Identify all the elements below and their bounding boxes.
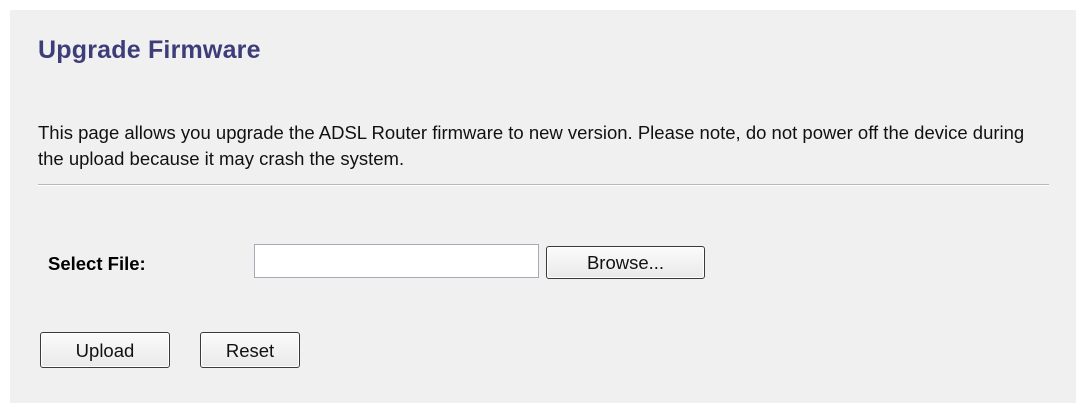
page-description: This page allows you upgrade the ADSL Ro… (38, 122, 1025, 169)
file-path-input[interactable] (254, 244, 539, 278)
page-title: Upgrade Firmware (38, 36, 261, 64)
upload-button[interactable]: Upload (40, 332, 170, 368)
browse-button[interactable]: Browse... (546, 246, 705, 279)
firmware-upgrade-panel: Upgrade Firmware This page allows you up… (10, 10, 1076, 403)
reset-button[interactable]: Reset (200, 332, 300, 368)
select-file-label: Select File: (48, 253, 146, 274)
section-divider (38, 184, 1049, 186)
